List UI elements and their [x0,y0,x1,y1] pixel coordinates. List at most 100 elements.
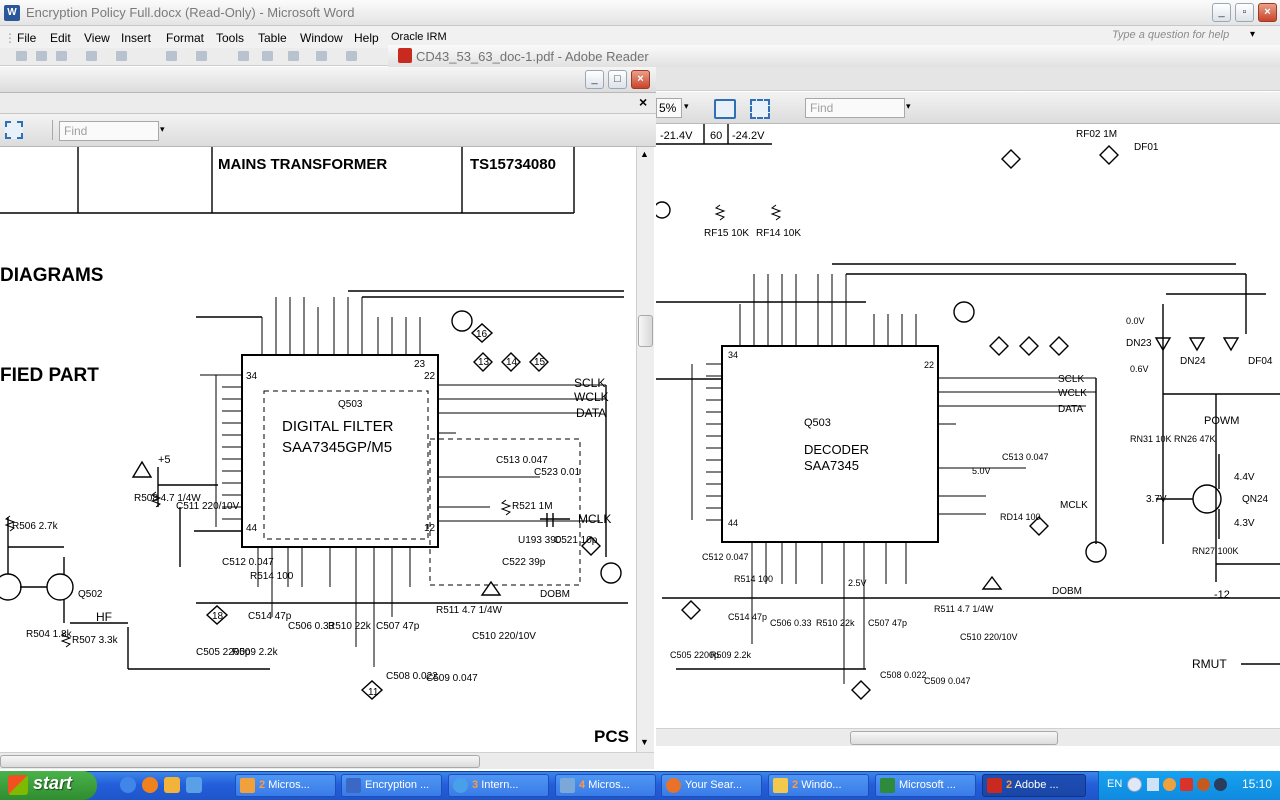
back-r511: R511 4.7 1/4W [934,604,994,614]
ie-quicklaunch-icon[interactable] [120,777,136,793]
restore-button[interactable]: ▫ [1235,3,1254,22]
task-button-encryption[interactable]: Encryption ... [341,774,442,797]
help-question-box[interactable]: Type a question for help [1112,29,1262,45]
firefox-quicklaunch-icon[interactable] [142,777,158,793]
preview-icon[interactable] [116,51,127,61]
volume-icon[interactable] [1147,778,1159,791]
front-mclk: MCLK [578,512,611,526]
cut-icon[interactable] [238,51,249,61]
close-button[interactable]: × [1258,3,1277,22]
word-title-bar[interactable]: W Encryption Policy Full.docx (Read-Only… [0,0,1280,26]
outlook-quicklaunch-icon[interactable] [164,777,180,793]
front-minimize-button[interactable]: _ [585,70,604,89]
front-find-input[interactable]: Find [59,121,159,141]
front-maximize-button[interactable]: □ [608,70,627,89]
digital-filter-schematic: MAINS TRANSFORMER TS15734080 DIAGRAMS FI… [0,147,629,746]
task-count: 4 [579,779,586,791]
front-window-title-bar[interactable]: _ □ × [0,67,656,93]
back-c507: C507 47p [868,618,907,628]
back-df04: DF04 [1248,356,1273,367]
back-c514: C514 47p [728,612,767,622]
adobe-back-title-bar[interactable]: CD43_53_63_doc-1.pdf - Adobe Reader [388,45,1280,67]
adobe-back-menu-strip [656,67,1280,91]
front-toolbar: Find ▾ [0,114,656,147]
redo-icon[interactable] [346,51,357,61]
fit-width-icon[interactable] [714,99,736,119]
front-close-button[interactable]: × [631,70,650,89]
zoom-dropdown-icon[interactable]: ▾ [684,101,689,112]
adobe-back-find-input[interactable]: Find [805,98,905,118]
messenger-icon[interactable] [1214,778,1227,791]
menu-insert[interactable]: Insert [121,31,151,45]
v-scroll-thumb[interactable] [638,315,653,347]
front-document[interactable]: MAINS TRANSFORMER TS15734080 DIAGRAMS FI… [0,147,636,752]
menu-window[interactable]: Window [300,31,343,45]
back-table-cell-3: -24.2V [732,130,765,142]
open-icon[interactable] [36,51,47,61]
spelling-icon[interactable] [166,51,177,61]
scroll-down-icon[interactable]: ▼ [640,737,649,747]
minimize-button[interactable]: _ [1212,3,1231,22]
task-button-microsoft-excel[interactable]: Microsoft ... [875,774,976,797]
task-button-microsoft-1[interactable]: 2 Micros... [235,774,336,797]
front-h-scroll-thumb[interactable] [0,755,480,768]
new-doc-icon[interactable] [16,51,27,61]
table-mains-transformer: MAINS TRANSFORMER [218,156,387,173]
fit-page-icon[interactable] [750,99,770,119]
menu-tools[interactable]: Tools [216,31,244,45]
adobe-back-document[interactable]: -21.4V 60 -24.2V Q503 DECODER SAA7345 SC… [656,124,1280,746]
close-doc-icon[interactable]: × [639,94,647,110]
front-c513: C513 0.047 [496,455,548,466]
back-c510: C510 220/10V [960,632,1018,642]
back-rf15: RF15 10K [704,228,749,239]
task-button-adobe[interactable]: 2 Adobe ... [982,774,1086,797]
h-scroll-thumb[interactable] [850,731,1058,745]
front-wclk: WCLK [574,390,609,404]
save-icon[interactable] [56,51,67,61]
pdf-icon [398,48,412,63]
front-r509: R509 2.2k [232,647,279,658]
task-label: Micros... [588,779,630,791]
fit-page-icon[interactable] [5,121,23,139]
menu-view[interactable]: View [84,31,110,45]
network-icon[interactable] [1197,778,1210,791]
task-count: 2 [1006,779,1013,791]
clock[interactable]: 15:10 [1242,777,1272,791]
back-v-50: 5.0V [972,466,991,476]
adobe-back-h-scrollbar[interactable] [656,728,1280,746]
front-r521: R521 1M [512,501,553,512]
front-marker-13: 13 [478,357,490,368]
format-painter-icon[interactable] [288,51,299,61]
menu-file[interactable]: File [17,31,36,45]
menu-table[interactable]: Table [258,31,287,45]
task-button-windows[interactable]: 2 Windo... [768,774,869,797]
back-r514: R514 100 [734,574,773,584]
show-desktop-icon[interactable] [186,777,202,793]
undo-icon[interactable] [316,51,327,61]
task-button-internet[interactable]: 3 Intern... [448,774,549,797]
zoom-field[interactable]: 5% [656,98,682,118]
tray-arrow-icon[interactable] [1127,777,1142,792]
menu-format[interactable]: Format [166,31,204,45]
research-icon[interactable] [196,51,207,61]
task-button-your-search[interactable]: Your Sear... [661,774,762,797]
front-h-scrollbar[interactable] [0,752,654,769]
start-button[interactable]: start [0,771,97,800]
find-dropdown-icon[interactable]: ▾ [160,124,165,135]
print-icon[interactable] [86,51,97,61]
help-dropdown-icon[interactable]: ▾ [1250,29,1255,40]
front-v-scrollbar[interactable]: ▲ ▼ [636,147,654,752]
scroll-up-icon[interactable]: ▲ [640,149,649,159]
language-indicator[interactable]: EN [1107,778,1122,790]
back-data: DATA [1058,404,1084,415]
menu-oracle-irm[interactable]: Oracle IRM [391,31,447,43]
task-button-microsoft-2[interactable]: 4 Micros... [555,774,656,797]
find-dropdown-icon[interactable]: ▾ [906,101,911,112]
menu-help[interactable]: Help [354,31,379,45]
back-v-00: 0.0V [1126,316,1145,326]
menu-edit[interactable]: Edit [50,31,71,45]
clock-tray-icon[interactable] [1163,778,1176,791]
paste-icon[interactable] [262,51,273,61]
security-icon[interactable] [1180,778,1193,791]
front-marker-14: 14 [506,357,518,368]
